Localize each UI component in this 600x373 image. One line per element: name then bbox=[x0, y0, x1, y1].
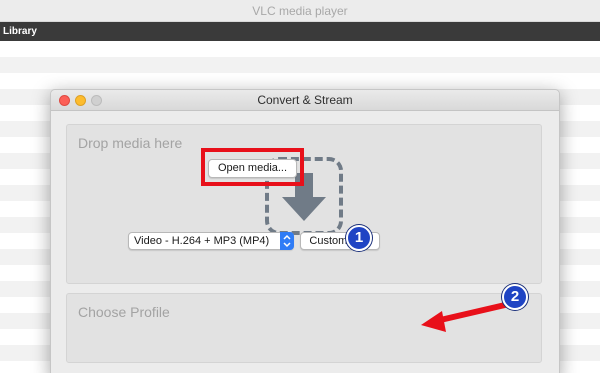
callout-arrow-icon bbox=[421, 302, 508, 332]
step-2-badge: 2 bbox=[502, 284, 528, 310]
step-1-badge: 1 bbox=[346, 225, 372, 251]
